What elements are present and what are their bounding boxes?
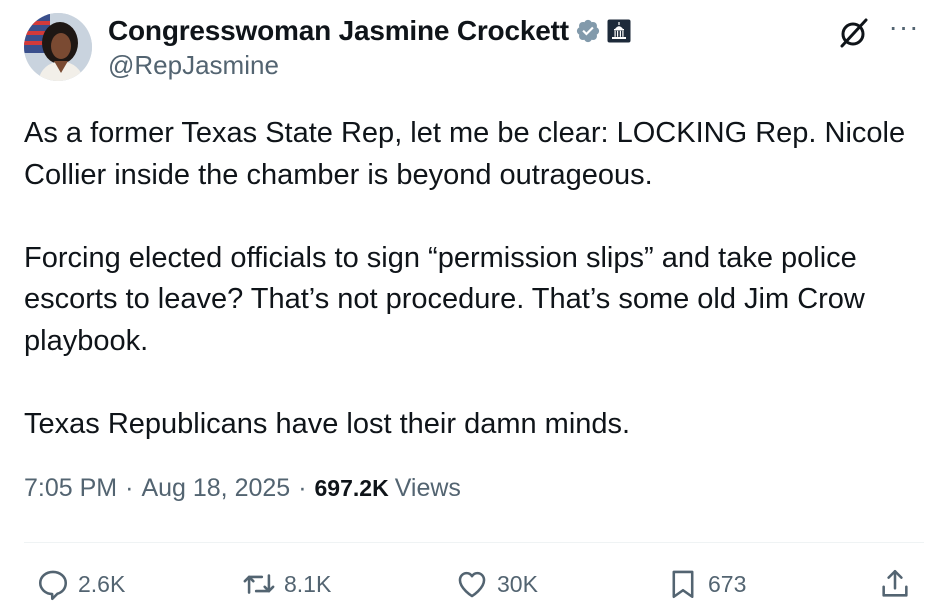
author-handle[interactable]: @RepJasmine xyxy=(108,50,279,81)
meta-separator: · xyxy=(125,474,134,502)
heart-icon xyxy=(458,571,486,598)
tweet-text: As a former Texas State Rep, let me be c… xyxy=(24,113,924,445)
reply-icon xyxy=(38,570,68,601)
bookmark-button[interactable]: 673 xyxy=(666,560,746,608)
bookmark-icon xyxy=(672,570,694,599)
reply-button[interactable]: 2.6K xyxy=(36,560,125,608)
verified-badge-icon[interactable] xyxy=(575,18,601,44)
repost-button[interactable]: 8.1K xyxy=(242,560,331,608)
grok-icon[interactable] xyxy=(836,15,872,51)
tweet-action-bar: 2.6K 8.1K 30K 673 xyxy=(24,560,924,610)
tweet-date[interactable]: Aug 18, 2025 xyxy=(141,474,290,503)
more-options-icon[interactable]: ··· xyxy=(886,12,922,48)
tweet-meta: 7:05 PM · Aug 18, 2025 · 697.2K Views xyxy=(24,474,461,503)
like-count: 30K xyxy=(497,570,538,597)
tweet-paragraph: As a former Texas State Rep, let me be c… xyxy=(24,117,906,191)
repost-count: 8.1K xyxy=(284,570,332,597)
author-name-row: Congresswoman Jasmine Crockett xyxy=(108,14,631,48)
share-button[interactable] xyxy=(878,560,912,608)
author-display-name[interactable]: Congresswoman Jasmine Crockett xyxy=(108,15,569,47)
like-button[interactable]: 30K xyxy=(455,560,538,608)
tweet-paragraph: Texas Republicans have lost their damn m… xyxy=(24,407,631,440)
share-icon xyxy=(882,569,908,597)
tweet-paragraph: Forcing elected officials to sign “permi… xyxy=(24,241,865,357)
us-capitol-icon[interactable] xyxy=(607,19,631,43)
views-count: 697.2K xyxy=(314,475,389,501)
avatar[interactable] xyxy=(24,13,92,81)
bookmark-count: 673 xyxy=(708,570,747,597)
repost-icon xyxy=(243,574,275,594)
reply-count: 2.6K xyxy=(78,570,126,597)
divider xyxy=(24,542,924,543)
avatar-image xyxy=(24,13,92,81)
views-label: Views xyxy=(394,474,461,502)
tweet-time[interactable]: 7:05 PM xyxy=(24,474,117,503)
meta-separator: · xyxy=(298,474,307,502)
